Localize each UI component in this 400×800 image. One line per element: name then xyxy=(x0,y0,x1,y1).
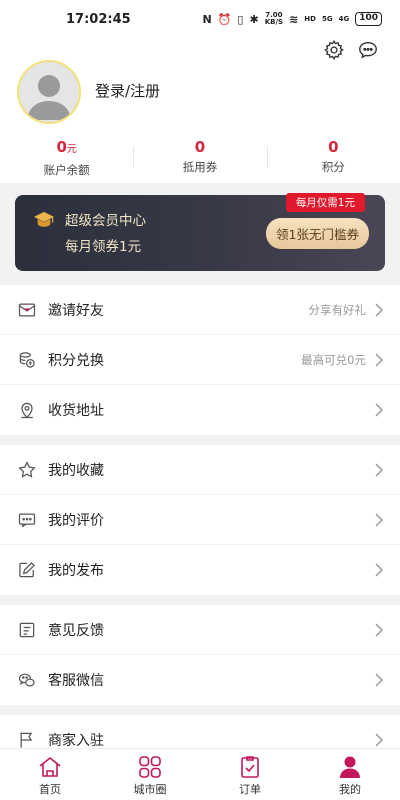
stat-coupons-value: 0 xyxy=(194,138,206,156)
settings-gear-icon[interactable] xyxy=(322,38,346,62)
home-icon xyxy=(39,756,61,777)
vip-card[interactable]: 超级会员中心 每月领券1元 每月仅需1元 领1张无门槛券 xyxy=(15,193,385,271)
tab-mine[interactable]: 我的 xyxy=(300,749,400,800)
menu-group-2: 我的收藏 我的评价 我的发布 xyxy=(0,445,400,595)
bottom-tab-bar: 首页 城市圈 订单 我的 xyxy=(0,748,400,800)
stat-balance[interactable]: 0元 账户余额 xyxy=(0,138,133,178)
grid-icon xyxy=(139,756,161,778)
bluetooth-icon: ✱ xyxy=(249,12,259,26)
edit-icon xyxy=(16,559,38,581)
vip-price-tag: 每月仅需1元 xyxy=(285,193,365,212)
wechat-icon xyxy=(16,669,38,691)
chat-bubble-icon xyxy=(16,509,38,531)
profile-section: 登录/注册 0元 账户余额 0 抵用券 0 积分 xyxy=(0,38,400,183)
menu-row-shipping-address[interactable]: 收货地址 xyxy=(0,385,400,435)
network-speed: 7.00 KB/S xyxy=(265,12,283,26)
stat-points-label: 积分 xyxy=(321,160,345,174)
menu-row-points-exchange[interactable]: 积分兑换 最高可兑0元 xyxy=(0,335,400,385)
location-pin-icon xyxy=(16,399,38,421)
menu-row-my-reviews[interactable]: 我的评价 xyxy=(0,495,400,545)
star-icon xyxy=(16,459,38,481)
tab-home[interactable]: 首页 xyxy=(0,749,100,800)
chevron-right-icon xyxy=(375,563,384,577)
stat-coupons[interactable]: 0 抵用券 xyxy=(133,138,266,178)
chevron-right-icon xyxy=(375,673,384,687)
graduation-cap-icon xyxy=(34,211,54,227)
stat-coupons-label: 抵用券 xyxy=(182,160,218,174)
avatar[interactable] xyxy=(17,60,81,124)
menu-row-my-favorites[interactable]: 我的收藏 xyxy=(0,445,400,495)
hd-badge: HD xyxy=(304,15,316,23)
menu-row-feedback[interactable]: 意见反馈 xyxy=(0,605,400,655)
menu-label-customer-service-wechat: 客服微信 xyxy=(48,673,104,689)
mail-heart-icon xyxy=(16,299,38,321)
network-speed-unit: KB/S xyxy=(264,18,284,26)
menu-group-3: 意见反馈 客服微信 xyxy=(0,605,400,705)
tab-home-label: 首页 xyxy=(39,783,61,796)
menu-row-invite-friends[interactable]: 邀请好友 分享有好礼 xyxy=(0,285,400,335)
nfc-icon: N xyxy=(202,12,212,26)
tab-city-circle-label: 城市圈 xyxy=(133,783,167,796)
wifi-icon: ≋ xyxy=(289,12,299,26)
top-actions xyxy=(322,38,380,62)
menu-label-merchant-join: 商家入驻 xyxy=(48,733,104,749)
chevron-right-icon xyxy=(375,403,384,417)
menu-label-my-favorites: 我的收藏 xyxy=(48,462,104,479)
stat-balance-label: 账户余额 xyxy=(43,163,90,177)
status-bar: 17:02:45 N ⏰ ▯ ✱ 7.00 KB/S ≋ HD 5G 4G 10… xyxy=(0,0,400,38)
signal-5g: 5G xyxy=(321,15,333,23)
menu-label-invite-friends: 邀请好友 xyxy=(48,302,104,319)
menu-label-my-posts: 我的发布 xyxy=(48,563,104,579)
menu-row-customer-service-wechat[interactable]: 客服微信 xyxy=(0,655,400,705)
stat-balance-unit: 元 xyxy=(66,144,77,155)
menu-label-points-exchange: 积分兑换 xyxy=(48,352,104,369)
signal-4g: 4G xyxy=(338,15,350,23)
chevron-right-icon xyxy=(375,622,384,637)
coins-icon xyxy=(16,349,38,371)
vibrate-icon: ▯ xyxy=(237,12,244,26)
stat-points-value: 0 xyxy=(328,138,339,156)
stats-bar: 0元 账户余额 0 抵用券 0 积分 xyxy=(0,138,400,178)
menu-label-shipping-address: 收货地址 xyxy=(48,403,104,419)
menu-label-feedback: 意见反馈 xyxy=(48,622,104,639)
vip-subtitle: 每月领券1元 xyxy=(65,239,142,255)
tab-orders-label: 订单 xyxy=(239,783,261,796)
alarm-icon: ⏰ xyxy=(217,12,232,26)
menu-hint-invite-friends: 分享有好礼 xyxy=(308,302,367,317)
tab-mine-label: 我的 xyxy=(339,783,361,796)
menu-label-my-reviews: 我的评价 xyxy=(48,512,104,529)
chevron-right-icon xyxy=(375,733,384,747)
user-icon xyxy=(340,756,360,778)
login-register-link[interactable]: 登录/注册 xyxy=(95,80,160,101)
vip-title: 超级会员中心 xyxy=(65,213,146,229)
chevron-right-icon xyxy=(375,462,384,477)
menu-row-my-posts[interactable]: 我的发布 xyxy=(0,545,400,595)
feedback-icon xyxy=(16,619,38,641)
status-icons: N ⏰ ▯ ✱ 7.00 KB/S ≋ HD 5G 4G 100 xyxy=(202,12,382,26)
status-time: 17:02:45 xyxy=(66,11,131,27)
tab-orders[interactable]: 订单 xyxy=(200,749,300,800)
vip-section: 超级会员中心 每月领券1元 每月仅需1元 领1张无门槛券 xyxy=(0,183,400,285)
chevron-right-icon xyxy=(375,352,384,367)
vip-claim-button[interactable]: 领1张无门槛券 xyxy=(266,218,369,249)
tab-city-circle[interactable]: 城市圈 xyxy=(100,749,200,800)
menu-hint-points-exchange: 最高可兑0元 xyxy=(301,352,366,367)
menu-group-1: 邀请好友 分享有好礼 积分兑换 最高可兑0元 收货地址 xyxy=(0,285,400,435)
battery-indicator: 100 xyxy=(355,12,382,26)
chevron-right-icon xyxy=(375,302,384,317)
clipboard-icon xyxy=(241,756,259,778)
message-icon[interactable] xyxy=(356,38,380,62)
stat-balance-value: 0 xyxy=(56,138,67,156)
stat-points[interactable]: 0 积分 xyxy=(266,138,400,178)
chevron-right-icon xyxy=(375,512,384,527)
